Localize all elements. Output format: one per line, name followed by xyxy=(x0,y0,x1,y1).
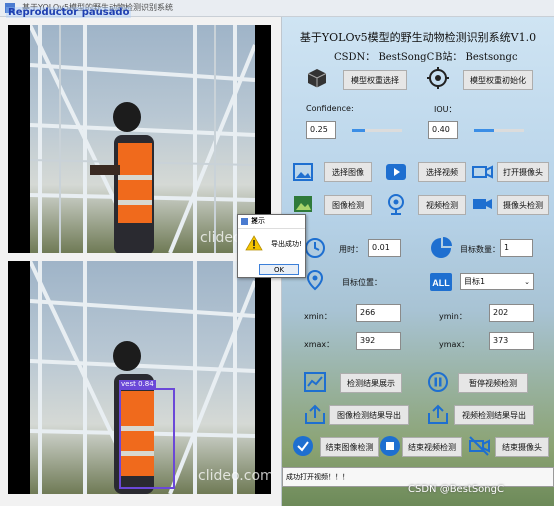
app-heading: 基于YOLOv5模型的野生动物检测识别系统V1.0 xyxy=(299,31,537,44)
bilibili-label: B站： Bestsongc xyxy=(435,52,518,63)
warning-icon xyxy=(245,235,263,251)
dialog-titlebar: 提示 ✕ xyxy=(238,215,305,229)
scaffold-scene xyxy=(28,25,257,253)
check-circle-icon[interactable] xyxy=(292,435,314,457)
original-frame: clideo.com xyxy=(28,25,271,253)
image-detect-button[interactable]: 图像检测 xyxy=(324,195,372,215)
iou-slider[interactable] xyxy=(474,129,524,132)
webcam-icon[interactable] xyxy=(385,193,407,215)
end-camera-button[interactable]: 结束摄像头 xyxy=(495,437,549,457)
detected-video-view: vest 0.84 clideo.com xyxy=(8,261,271,494)
camera-detect-icon[interactable] xyxy=(471,193,493,215)
line-chart-icon[interactable] xyxy=(304,371,326,393)
xmin-value: 266 xyxy=(356,304,401,322)
xmin-label: xmin： xyxy=(304,312,332,321)
confidence-label: Confidence: xyxy=(306,104,354,113)
confidence-input[interactable]: 0.25 xyxy=(306,121,336,139)
time-value: 0.01 xyxy=(368,239,401,257)
dialog-app-icon xyxy=(241,218,248,225)
export-image-button[interactable]: 图像检测结果导出 xyxy=(329,405,409,425)
ymin-label: ymin： xyxy=(439,312,467,321)
app-window: 基于YOLOv5模型的野生动物检测识别系统 clideo.com vest 0.… xyxy=(0,0,554,506)
export-video-icon[interactable] xyxy=(427,403,449,425)
model-init-button[interactable]: 模型权重初始化 xyxy=(463,70,533,90)
camera-off-icon[interactable] xyxy=(468,435,490,457)
pie-chart-icon xyxy=(431,237,452,258)
chevron-down-icon: ⌄ xyxy=(524,278,530,286)
location-icon xyxy=(306,269,324,291)
export-video-button[interactable]: 视频检测结果导出 xyxy=(454,405,534,425)
stop-icon[interactable] xyxy=(379,435,401,457)
target-select[interactable]: 目标1 ⌄ xyxy=(460,273,534,290)
pause-icon[interactable] xyxy=(427,371,449,393)
position-label: 目标位置： xyxy=(342,278,382,287)
detection-label: vest 0.84 xyxy=(119,380,156,388)
target-icon[interactable] xyxy=(427,67,449,89)
count-label: 目标数量： xyxy=(460,245,500,254)
player-paused-overlay: Reproductor pausado xyxy=(6,7,132,18)
clock-icon xyxy=(305,238,325,258)
end-image-button[interactable]: 结束图像检测 xyxy=(320,437,379,457)
iou-label: IOU： xyxy=(434,105,457,114)
all-icon: ALL xyxy=(430,273,452,291)
iou-input[interactable]: 0.40 xyxy=(428,121,458,139)
model-select-button[interactable]: 模型权重选择 xyxy=(343,70,407,90)
ymax-value: 373 xyxy=(489,332,534,350)
time-label: 用时： xyxy=(339,245,363,254)
count-value: 1 xyxy=(500,239,533,257)
close-icon[interactable]: ✕ xyxy=(251,215,302,228)
csdn-label: CSDN： BestSongC xyxy=(334,52,435,63)
ymin-value: 202 xyxy=(489,304,534,322)
select-image-button[interactable]: 选择图像 xyxy=(324,162,372,182)
ymax-label: ymax： xyxy=(439,340,470,349)
svg-text:ALL: ALL xyxy=(432,278,450,288)
video-icon[interactable] xyxy=(385,161,407,183)
csdn-watermark: CSDN @BestSongC xyxy=(408,484,504,495)
pause-video-button[interactable]: 暂停视频检测 xyxy=(458,373,528,393)
target-select-value: 目标1 xyxy=(464,277,486,286)
export-image-icon[interactable] xyxy=(304,403,326,425)
camera-icon[interactable] xyxy=(471,161,493,183)
image-detect-icon[interactable] xyxy=(292,193,314,215)
cube-icon[interactable] xyxy=(306,67,328,89)
end-video-button[interactable]: 结束视频检测 xyxy=(402,437,462,457)
confidence-slider[interactable] xyxy=(352,129,402,132)
detection-box xyxy=(119,388,175,489)
xmax-label: xmax： xyxy=(304,340,335,349)
camera-detect-button[interactable]: 摄像头检测 xyxy=(497,195,549,215)
detected-frame: vest 0.84 clideo.com xyxy=(28,261,271,494)
open-camera-button[interactable]: 打开摄像头 xyxy=(497,162,549,182)
dialog-message: 导出成功! xyxy=(271,240,302,248)
xmax-value: 392 xyxy=(356,332,401,350)
ok-button[interactable]: OK xyxy=(259,264,299,275)
image-icon[interactable] xyxy=(292,161,314,183)
original-video-view: clideo.com xyxy=(8,25,271,253)
export-dialog: 提示 ✕ 导出成功! OK xyxy=(237,214,306,278)
video-watermark-2: clideo.com xyxy=(198,468,271,484)
control-panel: 基于YOLOv5模型的野生动物检测识别系统V1.0 CSDN： BestSong… xyxy=(282,17,554,506)
select-video-button[interactable]: 选择视频 xyxy=(418,162,466,182)
video-detect-button[interactable]: 视频检测 xyxy=(418,195,466,215)
show-results-button[interactable]: 检测结果展示 xyxy=(340,373,402,393)
